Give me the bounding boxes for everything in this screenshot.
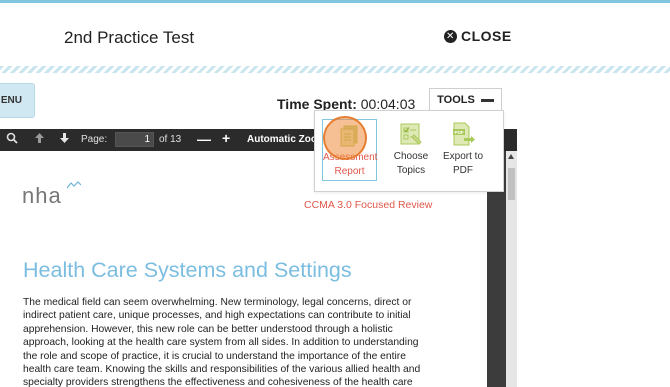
- zoom-in-button[interactable]: +: [222, 130, 230, 146]
- header-divider: [0, 66, 670, 73]
- zoom-out-button[interactable]: —: [197, 131, 211, 147]
- search-icon[interactable]: [3, 131, 21, 149]
- assessment-label-1: Assessment: [323, 152, 378, 163]
- review-tag: CCMA 3.0 Focused Review: [304, 199, 433, 211]
- export-pdf-icon: PDF: [453, 122, 475, 146]
- tools-label: TOOLS: [437, 94, 475, 106]
- assessment-report-button[interactable]: Assessment Report: [322, 119, 377, 181]
- page-total: of 13: [159, 134, 182, 145]
- nha-logo: nha: [22, 183, 62, 208]
- svg-text:PDF: PDF: [455, 130, 464, 135]
- logo-mark-icon: [66, 181, 82, 191]
- tools-panel: Assessment Report Choose Topics PDF Expo…: [314, 110, 504, 192]
- top-accent-bar: [0, 0, 670, 3]
- menu-label: ENU: [0, 95, 22, 106]
- scroll-up-icon[interactable]: [508, 154, 514, 159]
- close-button[interactable]: ✕ CLOSE: [444, 28, 512, 44]
- collapse-icon: [480, 98, 494, 102]
- scroll-thumb[interactable]: [508, 168, 515, 200]
- page-title: 2nd Practice Test: [64, 28, 195, 47]
- close-label: CLOSE: [461, 28, 512, 44]
- close-icon: ✕: [444, 29, 457, 43]
- assessment-report-icon: [340, 125, 357, 147]
- previous-page-icon[interactable]: [30, 131, 48, 149]
- export-label-1: Export to: [442, 151, 484, 162]
- page-number-input[interactable]: 1: [115, 132, 154, 147]
- document-heading: Health Care Systems and Settings: [23, 258, 352, 282]
- topics-label-1: Choose: [393, 151, 429, 162]
- choose-topics-icon: [400, 123, 422, 145]
- choose-topics-button[interactable]: Choose Topics: [385, 121, 437, 178]
- document-body: The medical field can seem overwhelming.…: [23, 297, 421, 387]
- page-label: Page:: [81, 134, 108, 145]
- assessment-label-2: Report: [334, 166, 365, 177]
- menu-button[interactable]: ENU: [0, 83, 35, 118]
- export-pdf-button[interactable]: PDF Export to PDF: [437, 121, 489, 178]
- scrollbar[interactable]: [506, 151, 517, 387]
- topics-label-2: Topics: [396, 165, 426, 176]
- next-page-icon[interactable]: [55, 131, 73, 149]
- tools-toggle[interactable]: TOOLS: [429, 88, 502, 111]
- export-label-2: PDF: [453, 165, 473, 176]
